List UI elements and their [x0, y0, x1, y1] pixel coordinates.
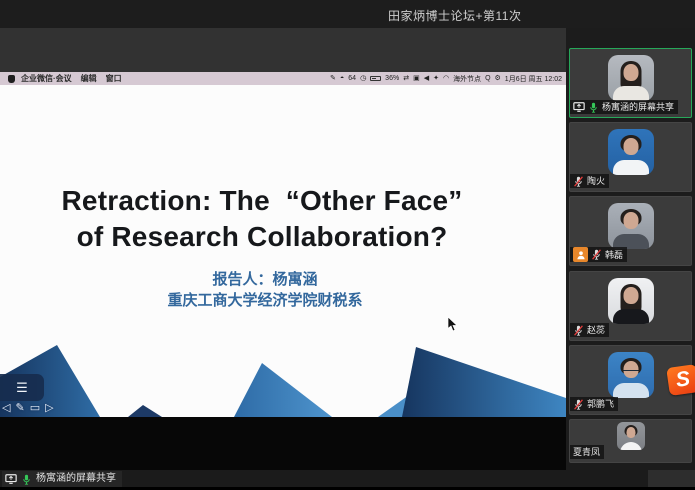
meeting-title: 田家炳博士论坛+第11次 [388, 7, 521, 24]
participant-label: 陶火 [570, 174, 609, 188]
avatar [608, 352, 654, 398]
control-center-icon[interactable]: ⚙ [495, 75, 501, 82]
battery-icon[interactable] [370, 76, 381, 81]
participant-label: 韩磊 [570, 247, 627, 262]
sogou-input-badge[interactable]: S [666, 364, 695, 396]
menubar-datetime[interactable]: 1月6日 周五 12:02 [505, 74, 562, 84]
pen-icon[interactable]: ✎ [330, 75, 336, 82]
avatar [608, 278, 654, 324]
bottombar-corner-panel [648, 470, 695, 487]
participant-name: 郭鹏飞 [587, 397, 614, 411]
menu-window[interactable]: 窗口 [106, 73, 122, 84]
screen-share-icon [573, 101, 585, 113]
participant-name: 杨寓涵的屏幕共享 [602, 100, 674, 114]
volume-icon[interactable]: ◀ [424, 75, 429, 82]
sync-icon[interactable]: ⇄ [403, 75, 409, 82]
share-status-label: 杨寓涵的屏幕共享 [36, 472, 116, 486]
participant-label: 夏青凤 [570, 445, 604, 459]
menu-edit[interactable]: 编辑 [81, 73, 97, 84]
screen-tool-icon[interactable]: ▭ [30, 401, 40, 414]
meeting-bottombar: 杨寓涵的屏幕共享 [0, 470, 695, 490]
avatar [617, 422, 645, 450]
participant-name: 陶火 [587, 174, 605, 188]
list-icon: ☰ [16, 380, 28, 396]
slide-affiliation-line: 重庆工商大学经济学院财税系 [0, 290, 530, 311]
slide-title-line1: Retraction: The “Other Face” [0, 183, 524, 219]
mic-muted-icon [573, 325, 584, 336]
mic-muted-icon [591, 249, 602, 260]
slide-title-line2: of Research Collaboration? [0, 219, 524, 255]
menu-app[interactable]: 企业微信·会议 [21, 73, 72, 84]
participant-name: 赵蕊 [587, 323, 605, 337]
mic-on-icon [21, 474, 32, 485]
shared-screen-letterbox [0, 417, 566, 470]
slide-presenter-line: 报告人：杨寓涵 [0, 269, 530, 290]
participant-tile[interactable]: 陶火 [569, 122, 692, 192]
battery-percent: 36% [385, 75, 399, 82]
participants-sidebar: 杨寓涵的屏幕共享 陶火 韩磊 [566, 28, 695, 470]
participant-tile[interactable]: 杨寓涵的屏幕共享 [569, 48, 692, 118]
mic-muted-icon [573, 176, 584, 187]
presentation-slide: Retraction: The “Other Face” of Research… [0, 85, 566, 417]
avatar [608, 55, 654, 101]
avatar [608, 203, 654, 249]
app-icon[interactable]: ◓ [340, 75, 344, 82]
participant-name: 夏青凤 [573, 445, 600, 459]
meeting-topbar: 田家炳博士论坛+第11次 [0, 0, 695, 28]
mouse-cursor [447, 317, 458, 332]
screen-share-icon [5, 473, 17, 485]
participant-label: 赵蕊 [570, 323, 609, 337]
host-badge [573, 247, 588, 262]
wifi-icon[interactable]: ◠ [443, 75, 449, 82]
clock-icon[interactable]: ◷ [360, 75, 366, 82]
pen-tool-icon[interactable]: ✎ [15, 401, 24, 414]
display-icon[interactable]: ▣ [413, 75, 420, 82]
notification-count[interactable]: 64 [348, 75, 356, 82]
mac-menubar: 企业微信·会议 编辑 窗口 ✎ ◓ 64 ◷ 36% ⇄ ▣ ◀ ✦ ◠ 海外节… [0, 72, 566, 85]
bluetooth-icon[interactable]: ✦ [433, 75, 439, 82]
meeting-window: 田家炳博士论坛+第11次 企业微信·会议 编辑 窗口 ✎ ◓ 64 ◷ 36% … [0, 0, 695, 490]
mic-on-icon [588, 102, 599, 113]
person-icon [576, 250, 586, 260]
mic-muted-icon [573, 399, 584, 410]
participant-tile[interactable]: 夏青凤 [569, 419, 692, 463]
slide-subtitle: 报告人：杨寓涵 重庆工商大学经济学院财税系 [0, 269, 566, 311]
search-icon[interactable]: Q [485, 75, 490, 82]
presenter-nav-toolbar: ◁ ✎ ▭ ▷ [2, 401, 54, 414]
participant-name: 韩磊 [605, 248, 623, 262]
participant-tile[interactable]: 赵蕊 [569, 271, 692, 341]
network-region-label[interactable]: 海外节点 [453, 74, 481, 84]
slide-title: Retraction: The “Other Face” of Research… [0, 183, 566, 255]
next-slide-icon[interactable]: ▷ [45, 401, 53, 414]
screen-share-status[interactable]: 杨寓涵的屏幕共享 [2, 471, 122, 487]
apple-logo-icon[interactable] [8, 75, 15, 83]
menubar-status-tray: ✎ ◓ 64 ◷ 36% ⇄ ▣ ◀ ✦ ◠ 海外节点 Q ⚙ 1月6日 周五 … [330, 74, 562, 84]
prev-slide-icon[interactable]: ◁ [2, 401, 10, 414]
slide-decoration-shapes [0, 327, 566, 417]
participant-tile[interactable]: 韩磊 [569, 196, 692, 266]
presenter-notes-button[interactable]: ☰ [0, 374, 44, 401]
participant-label: 郭鹏飞 [570, 397, 618, 411]
shared-screen-area: 企业微信·会议 编辑 窗口 ✎ ◓ 64 ◷ 36% ⇄ ▣ ◀ ✦ ◠ 海外节… [0, 28, 566, 470]
participant-label: 杨寓涵的屏幕共享 [570, 100, 678, 114]
sogou-letter: S [674, 367, 691, 393]
avatar [608, 129, 654, 175]
